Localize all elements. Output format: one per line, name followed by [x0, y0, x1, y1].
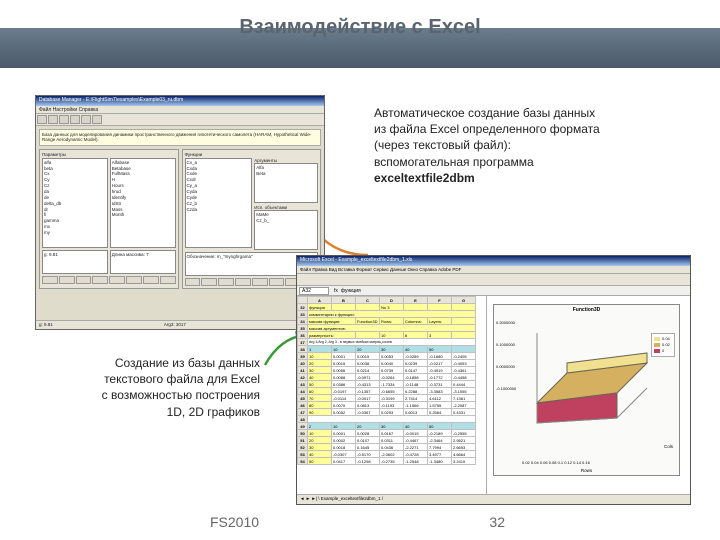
top-description: Автоматическое создание базы данных из ф… [374, 105, 664, 186]
left-description: Создание из базы данных текстового файла… [60, 355, 260, 420]
db-titlebar: Database Manager - E:\FlightSim7\example… [36, 96, 324, 106]
z-axis-label: Cols [664, 444, 673, 449]
tick: 0.0000000 [496, 365, 516, 369]
top-desc-l1: Автоматическое создание базы данных [374, 106, 595, 120]
panel-button[interactable] [143, 276, 159, 284]
panel-button[interactable] [92, 276, 108, 284]
fx-icon[interactable]: fx [334, 288, 338, 294]
toolbar-button[interactable] [48, 115, 58, 124]
cell-ref-input[interactable]: A32 [299, 287, 329, 295]
list-item[interactable]: Cz_b_ [256, 218, 316, 224]
toolbar-button[interactable] [59, 115, 69, 124]
db-toolbar[interactable] [36, 114, 324, 126]
x-axis-label: Rows [581, 468, 592, 473]
top-desc-l4: вспомогательная программа [374, 155, 534, 169]
excel-window: Microsoft Excel - Example_exceltextfile2… [296, 255, 691, 505]
slide-title: Взаимодействие с Excel [0, 16, 720, 39]
functions-title: Функции [185, 152, 319, 157]
list-item[interactable]: Month [112, 212, 174, 218]
top-desc-l5: exceltextfile2dbm [374, 171, 475, 185]
panel-button[interactable] [109, 276, 125, 284]
legend-item: 0 [662, 348, 664, 353]
db-description: База данных для моделирования динамики п… [39, 129, 321, 146]
usedby-list[interactable]: MaMe Cz_b_ [254, 210, 318, 250]
functions-list[interactable]: Cx_a Cxda Cxde Cxdr Cy_a Cyda Cyde Cz_b … [185, 158, 253, 248]
page-number: 32 [489, 514, 505, 530]
db-manager-window: Database Manager - E:\FlightSim7\example… [35, 95, 325, 330]
toolbar-button[interactable] [37, 115, 47, 124]
tick: 0.2000000 [496, 321, 516, 325]
panel-button[interactable] [218, 278, 234, 286]
panel-button[interactable] [235, 278, 251, 286]
top-desc-l2: из файла Excel определенного формата [374, 122, 600, 136]
left-desc-l3: с возможностью построения [102, 388, 260, 402]
formula-bar[interactable]: A32 fx функция [297, 286, 690, 296]
dim-box: Длина массива: 7 [110, 250, 176, 274]
list-item[interactable]: Beta [256, 171, 316, 177]
status-box: g: 9.81 [42, 250, 108, 274]
spreadsheet-grid[interactable]: ABCDEFG32функцияNo 333комментарии к функ… [297, 296, 487, 494]
chart-legend: 0.04 0.02 0 [651, 333, 675, 357]
panel-button[interactable] [252, 278, 268, 286]
panel-button[interactable] [76, 276, 92, 284]
status-mid: Arg3: 3017 [164, 322, 186, 328]
list-item[interactable]: my [44, 230, 106, 236]
args-list[interactable]: Alfa Beta [254, 163, 318, 203]
params-title: Параметры [42, 152, 176, 157]
params-panel: Параметры alfa beta Cx Cy Cz da de delta… [39, 149, 179, 289]
toolbar-button[interactable] [92, 115, 102, 124]
surface-plot-icon [522, 323, 652, 443]
panel-button[interactable] [201, 278, 217, 286]
left-desc-l4: 1D, 2D графиков [167, 405, 260, 419]
db-statusbar: g: 9.81 Arg3: 3017 Row: 12386 [36, 320, 324, 329]
y-axis-ticks: 0.2000000 0.1000000 0.0000000 -0.1000000 [496, 321, 516, 409]
params-list-1[interactable]: alfa beta Cx Cy Cz da de delta_db dr fi … [42, 158, 108, 248]
x-axis-ticks: 0.02 0.04 0.06 0.08 0.1 0.12 0.14 0.16 [522, 460, 590, 465]
list-item[interactable]: Czda [187, 207, 251, 213]
surface-chart: Function3D 0.2000000 0.1000000 0.0000000… [493, 304, 680, 476]
tick: 0.1000000 [496, 343, 516, 347]
params-list-2[interactable]: Alfabase Betabase FullMass H Hours hrud … [110, 158, 176, 248]
excel-titlebar: Microsoft Excel - Example_exceltextfile2… [297, 256, 690, 266]
legend-item: 0.04 [662, 336, 670, 341]
top-desc-l3: (через текстовый файл): [374, 138, 511, 152]
excel-toolbar[interactable] [297, 274, 690, 286]
panel-button[interactable] [160, 276, 176, 284]
panel-button[interactable] [59, 276, 75, 284]
panel-button[interactable] [185, 278, 201, 286]
toolbar-button[interactable] [70, 115, 80, 124]
db-menubar[interactable]: Файл Настройки Справка [36, 106, 324, 114]
legend-item: 0.02 [662, 342, 670, 347]
excel-menubar[interactable]: Файл Правка Вид Вставка Формат Сервис Да… [297, 266, 690, 274]
left-desc-l1: Создание из базы данных [115, 356, 260, 370]
panel-button[interactable] [126, 276, 142, 284]
panel-button[interactable] [269, 278, 285, 286]
chart-title: Function3D [494, 305, 679, 315]
footer-left: FS2010 [210, 514, 259, 530]
tick: -0.1000000 [496, 387, 516, 391]
sheet-tabs[interactable]: ◄ ► ►| \ Example_exceltextfile2dbm_1 / [297, 494, 690, 504]
left-desc-l2: текстового файла для Excel [104, 372, 260, 386]
status-left: g: 9.81 [39, 322, 53, 328]
chart-area: Function3D 0.2000000 0.1000000 0.0000000… [487, 296, 690, 494]
toolbar-button[interactable] [81, 115, 91, 124]
panel-button[interactable] [42, 276, 58, 284]
formula-value: функция [341, 288, 361, 294]
